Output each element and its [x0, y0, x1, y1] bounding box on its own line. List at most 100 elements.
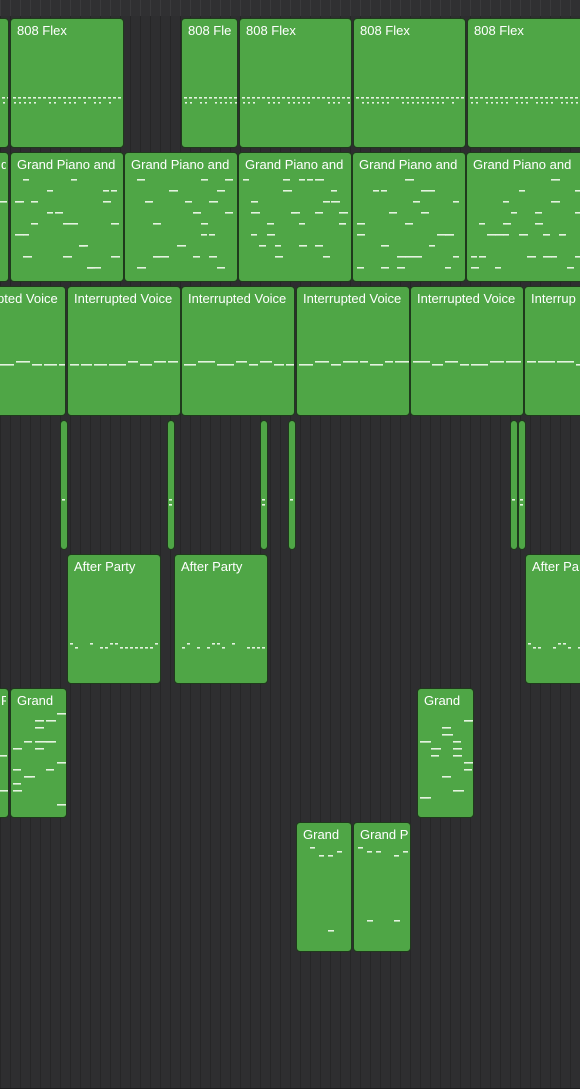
midi-note — [495, 267, 501, 269]
region-short-hit[interactable] — [260, 420, 268, 550]
midi-note — [275, 256, 283, 258]
midi-note — [252, 97, 255, 99]
midi-note — [302, 97, 305, 99]
region-short-hit[interactable] — [288, 420, 296, 550]
midi-note — [535, 97, 538, 99]
midi-note — [538, 647, 541, 649]
midi-note — [70, 364, 79, 366]
midi-note — [177, 245, 186, 247]
midi-note — [510, 97, 513, 99]
region-grand-piano[interactable]: d — [0, 152, 9, 282]
midi-note — [262, 499, 265, 501]
region-short-hit[interactable] — [60, 420, 68, 550]
region-grand[interactable]: Grand P — [353, 822, 411, 952]
region-short-hit[interactable] — [167, 420, 175, 550]
midi-note — [108, 97, 111, 99]
midi-note — [367, 851, 372, 853]
region-grand-piano[interactable]: Grand Piano and — [124, 152, 238, 282]
region-grand[interactable]: P — [0, 688, 9, 818]
region-grand-piano[interactable]: Grand Piano and — [10, 152, 124, 282]
midi-note — [13, 769, 21, 771]
region-808-flex[interactable]: 808 Fle — [181, 18, 238, 148]
midi-note — [421, 190, 429, 192]
note-marks — [470, 97, 578, 104]
region-interrupted-voice[interactable]: Interrupted Voice — [410, 286, 524, 416]
midi-note — [470, 97, 473, 99]
midi-note — [47, 212, 53, 214]
midi-note — [486, 102, 488, 104]
region-808-flex[interactable] — [0, 18, 9, 148]
midi-note — [2, 97, 5, 99]
midi-note — [74, 102, 76, 104]
midi-note — [322, 97, 325, 99]
midi-note — [437, 102, 439, 104]
region-interrupted-voice[interactable]: Interrupted Voice — [296, 286, 410, 416]
midi-note — [332, 97, 335, 99]
midi-note — [35, 720, 44, 722]
midi-note — [525, 97, 528, 99]
midi-note — [140, 647, 143, 649]
region-808-flex[interactable]: 808 Flex — [353, 18, 466, 148]
midi-note — [560, 97, 563, 99]
region-after-party[interactable]: After Pa — [525, 554, 580, 684]
midi-note — [453, 755, 462, 757]
midi-note — [13, 783, 21, 785]
midi-note — [0, 755, 7, 757]
midi-note — [396, 97, 399, 99]
midi-note — [69, 102, 71, 104]
midi-note — [95, 267, 101, 269]
region-grand-piano[interactable]: Grand Piano and — [352, 152, 466, 282]
midi-note — [54, 102, 56, 104]
midi-note — [220, 102, 222, 104]
region-interrupted-voice[interactable]: Interrupted Voice — [67, 286, 181, 416]
midi-note — [224, 97, 227, 99]
midi-note — [286, 364, 294, 366]
region-grand[interactable]: Grand — [417, 688, 474, 818]
region-notes — [68, 577, 160, 681]
midi-note — [307, 179, 313, 181]
region-grand[interactable]: Grand — [296, 822, 352, 952]
midi-note — [217, 267, 225, 269]
region-after-party[interactable]: After Party — [174, 554, 268, 684]
midi-note — [565, 97, 568, 99]
midi-note — [111, 223, 119, 225]
region-grand-piano[interactable]: Grand Piano and — [238, 152, 352, 282]
region-after-party[interactable]: After Party — [67, 554, 161, 684]
region-grand-piano[interactable]: Grand Piano and — [466, 152, 580, 282]
midi-note — [251, 201, 258, 203]
midi-note — [197, 647, 200, 649]
midi-note — [377, 102, 379, 104]
midi-note — [140, 364, 152, 366]
midi-note — [527, 256, 536, 258]
region-interrupted-voice[interactable]: Interrup — [524, 286, 580, 416]
region-grand[interactable]: Grand — [10, 688, 67, 818]
midi-note — [242, 97, 245, 99]
midi-note — [155, 643, 158, 645]
region-short-hit[interactable] — [518, 420, 526, 550]
midi-note — [333, 102, 335, 104]
region-name: Grand Piano and — [17, 157, 116, 172]
midi-note — [328, 102, 330, 104]
midi-note — [63, 97, 66, 99]
midi-note — [189, 97, 192, 99]
midi-note — [339, 212, 348, 214]
midi-note — [299, 364, 313, 366]
midi-note — [130, 647, 133, 649]
midi-note — [71, 223, 78, 225]
timeline-ruler[interactable] — [0, 0, 580, 17]
midi-note — [219, 97, 222, 99]
midi-note — [105, 647, 108, 649]
region-interrupted-voice[interactable]: pted Voice — [0, 286, 66, 416]
midi-note — [46, 741, 54, 743]
region-808-flex[interactable]: 808 Flex — [467, 18, 580, 148]
region-short-hit[interactable] — [510, 420, 518, 550]
midi-note — [471, 267, 479, 269]
midi-note — [24, 102, 26, 104]
region-808-flex[interactable]: 808 Flex — [10, 18, 124, 148]
midi-note — [453, 256, 459, 258]
midi-note — [370, 364, 383, 366]
region-interrupted-voice[interactable]: Interrupted Voice — [181, 286, 295, 416]
midi-note — [405, 179, 414, 181]
region-808-flex[interactable]: 808 Flex — [239, 18, 352, 148]
region-notes — [411, 309, 523, 413]
